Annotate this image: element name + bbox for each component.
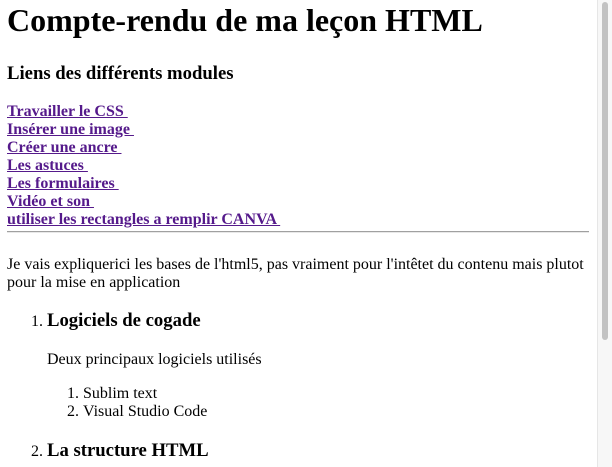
software-number: 2.: [67, 403, 79, 420]
link-image-module[interactable]: Insérer une image: [7, 121, 280, 139]
section-description: Deux principaux logiciels utilisés: [47, 351, 262, 368]
link-css-module[interactable]: Travailler le CSS: [7, 103, 280, 121]
link-tips-module[interactable]: Les astuces: [7, 157, 280, 175]
vertical-scrollbar[interactable]: [597, 0, 612, 467]
module-links: Travailler le CSS Insérer une image Crée…: [7, 103, 280, 229]
software-name: Visual Studio Code: [83, 403, 208, 420]
section-title: La structure HTML: [47, 440, 209, 461]
modules-heading: Liens des différents modules: [7, 63, 234, 84]
section-number: 1.: [31, 313, 43, 330]
section-title: Logiciels de cogade: [47, 310, 201, 331]
page-content: Compte-rendu de ma leçon HTML Liens des …: [0, 0, 598, 467]
link-canvas-module[interactable]: utiliser les rectangles a remplir CANVA: [7, 211, 280, 229]
page-title: Compte-rendu de ma leçon HTML: [7, 2, 483, 38]
divider: [7, 231, 589, 233]
link-video-sound-module[interactable]: Vidéo et son: [7, 193, 280, 211]
software-name: Sublim text: [83, 385, 158, 402]
software-number: 1.: [67, 385, 79, 402]
link-anchor-module[interactable]: Créer une ancre: [7, 139, 280, 157]
scrollbar-thumb[interactable]: [602, 2, 608, 340]
section-number: 2.: [31, 443, 43, 460]
intro-paragraph: Je vais expliquerici les bases de l'html…: [7, 256, 584, 291]
link-forms-module[interactable]: Les formulaires: [7, 175, 280, 193]
